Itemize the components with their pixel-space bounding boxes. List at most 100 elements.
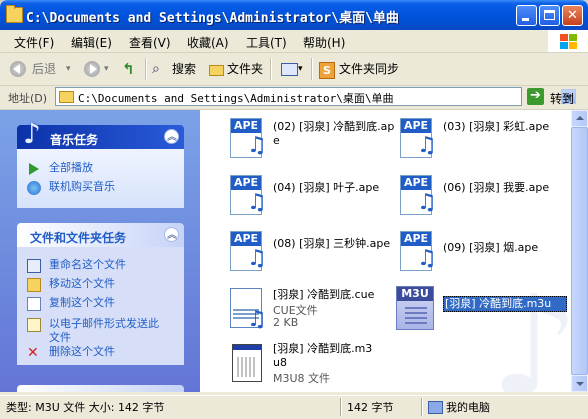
file-name: (06) [羽泉] 我要.ape — [443, 181, 550, 194]
collapse-chevron-icon[interactable] — [164, 128, 179, 144]
toolbar-separator — [145, 58, 147, 80]
globe-icon — [27, 181, 41, 195]
go-label: 转到 — [550, 92, 575, 106]
toolbar-separator — [311, 58, 313, 80]
ape-file-icon: APE ♫ — [394, 173, 437, 219]
status-divider — [340, 398, 342, 416]
menu-file[interactable]: 文件(F) — [14, 34, 54, 51]
m3u-file-icon: M3U — [394, 286, 436, 332]
forward-arrow-icon[interactable] — [84, 61, 100, 77]
address-path: C:\Documents and Settings\Administrator\… — [78, 92, 394, 105]
ape-file-icon: APE ♫ — [394, 229, 437, 275]
status-divider — [421, 398, 423, 416]
minimize-icon — [522, 18, 529, 21]
file-item[interactable]: APE ♫ (08) [羽泉] 三秒钟.ape — [224, 229, 404, 277]
explorer-window: C:\Documents and Settings\Administrator\… — [0, 0, 588, 419]
file-item[interactable]: [羽泉] 冷酷到底.m3u8 M3U8 文件 — [224, 340, 404, 388]
details-panel-header[interactable] — [17, 385, 184, 392]
folder-icon — [59, 91, 74, 103]
file-tasks-panel: 重命名这个文件 移动这个文件 复制这个文件 以电子邮件形式发送此文件 ✕ 删除这… — [17, 247, 184, 365]
menu-help[interactable]: 帮助(H) — [303, 34, 345, 51]
menu-tools[interactable]: 工具(T) — [246, 34, 287, 51]
file-tasks-header[interactable]: 文件和文件夹任务 — [17, 223, 184, 247]
file-name: (04) [羽泉] 叶子.ape — [273, 181, 380, 194]
status-bar: 类型: M3U 文件 大小: 142 字节 142 字节 我的电脑 — [0, 395, 588, 419]
my-computer-icon — [428, 401, 443, 414]
file-item[interactable]: APE ♫ (06) [羽泉] 我要.ape — [394, 173, 564, 221]
close-button[interactable]: ✕ — [562, 5, 583, 26]
rename-icon — [27, 259, 41, 273]
collapse-chevron-icon[interactable] — [164, 226, 179, 242]
file-size: 2 KB — [273, 316, 299, 329]
music-note-icon: ♪ — [23, 117, 41, 150]
file-name: (02) [羽泉] 冷酷到底.ape — [273, 120, 395, 147]
file-type: M3U8 文件 — [273, 372, 331, 385]
vertical-scrollbar[interactable] — [571, 110, 588, 392]
status-size: 142 字节 — [347, 401, 394, 414]
file-name: [羽泉] 冷酷到底.m3u — [443, 296, 567, 312]
close-icon: ✕ — [567, 8, 578, 23]
file-item[interactable]: APE ♫ (02) [羽泉] 冷酷到底.ape — [224, 116, 404, 164]
views-icon[interactable] — [281, 63, 298, 76]
scroll-down-button[interactable] — [571, 375, 588, 392]
toolbar-separator — [270, 58, 272, 80]
m3u8-file-icon — [224, 340, 266, 386]
back-dropdown-icon[interactable]: ▾ — [66, 57, 71, 81]
email-icon — [27, 318, 41, 332]
ape-file-icon: APE ♫ — [224, 173, 267, 219]
file-name: [羽泉] 冷酷到底.m3u8 — [273, 342, 373, 369]
file-name: (03) [羽泉] 彩虹.ape — [443, 120, 550, 133]
go-arrow-icon: ➔ — [527, 88, 544, 105]
menu-edit[interactable]: 编辑(E) — [71, 34, 112, 51]
folder-sync-button[interactable]: 文件夹同步 — [339, 57, 399, 81]
file-name: [羽泉] 冷酷到底.cue — [273, 288, 375, 301]
ape-file-icon: APE ♫ — [224, 116, 267, 162]
file-item[interactable]: APE ♫ (09) [羽泉] 烟.ape — [394, 229, 564, 277]
search-button[interactable]: 搜索 — [172, 57, 196, 81]
ape-file-icon: APE ♫ — [394, 116, 437, 162]
ape-file-icon: APE ♫ — [224, 229, 267, 275]
cue-file-icon: ♫ — [224, 286, 267, 332]
scroll-up-button[interactable] — [571, 110, 588, 127]
music-tasks-header[interactable]: ♪ 音乐任务 — [17, 117, 184, 150]
move-icon — [27, 278, 41, 292]
address-label: 地址(D) — [8, 92, 48, 105]
delete-x-icon: ✕ — [27, 345, 39, 361]
window-title: C:\Documents and Settings\Administrator\… — [26, 11, 399, 26]
file-item[interactable]: APE ♫ (03) [羽泉] 彩虹.ape — [394, 116, 564, 164]
maximize-button[interactable] — [539, 5, 560, 26]
folders-button[interactable]: 文件夹 — [227, 57, 263, 81]
menu-favorites[interactable]: 收藏(A) — [187, 34, 229, 51]
back-arrow-icon[interactable] — [10, 61, 26, 77]
music-tasks-panel: 全部播放 联机购买音乐 — [17, 149, 184, 208]
file-list: ♪ APE ♫ (02) [羽泉] 冷酷到底.ape APE ♫ (03) [羽泉]… — [200, 110, 571, 392]
windows-logo-icon — [548, 30, 588, 52]
maximize-icon — [544, 10, 555, 20]
copy-icon — [27, 297, 41, 311]
menu-bar: 文件(F) 编辑(E) 查看(V) 收藏(A) 工具(T) 帮助(H) — [0, 30, 588, 53]
views-dropdown-icon[interactable]: ▾ — [298, 57, 303, 81]
back-button[interactable]: 后退 — [32, 57, 56, 81]
address-input[interactable]: C:\Documents and Settings\Administrator\… — [55, 87, 576, 106]
up-folder-icon[interactable]: ↰ — [122, 57, 135, 81]
minimize-button[interactable] — [516, 5, 537, 26]
status-file-info: 类型: M3U 文件 大小: 142 字节 — [6, 401, 165, 414]
menu-view[interactable]: 查看(V) — [129, 34, 171, 51]
file-item[interactable]: ♫ [羽泉] 冷酷到底.cue CUE文件 2 KB — [224, 286, 404, 338]
file-item-selected[interactable]: M3U [羽泉] 冷酷到底.m3u — [394, 286, 569, 334]
file-tasks-title: 文件和文件夹任务 — [30, 231, 127, 245]
file-name: (08) [羽泉] 三秒钟.ape — [273, 237, 391, 250]
folder-icon — [6, 5, 23, 23]
folders-icon[interactable] — [209, 65, 224, 76]
search-icon[interactable]: ⌕ — [152, 57, 160, 81]
toolbar: 后退 ▾ ▾ ↰ ⌕ 搜索 文件夹 ▾ S 文件夹同步 — [0, 53, 588, 86]
scroll-thumb[interactable] — [571, 127, 588, 375]
forward-dropdown-icon[interactable]: ▾ — [104, 57, 109, 81]
music-tasks-title: 音乐任务 — [50, 133, 99, 147]
file-item[interactable]: APE ♫ (04) [羽泉] 叶子.ape — [224, 173, 404, 221]
title-bar[interactable]: C:\Documents and Settings\Administrator\… — [0, 0, 588, 30]
sync-icon[interactable]: S — [319, 62, 335, 79]
status-location: 我的电脑 — [446, 401, 490, 414]
file-name: (09) [羽泉] 烟.ape — [443, 241, 539, 254]
task-pane: ♪ 音乐任务 全部播放 联机购买音乐 文件和文件夹任务 重命名这个文件 — [0, 110, 200, 392]
